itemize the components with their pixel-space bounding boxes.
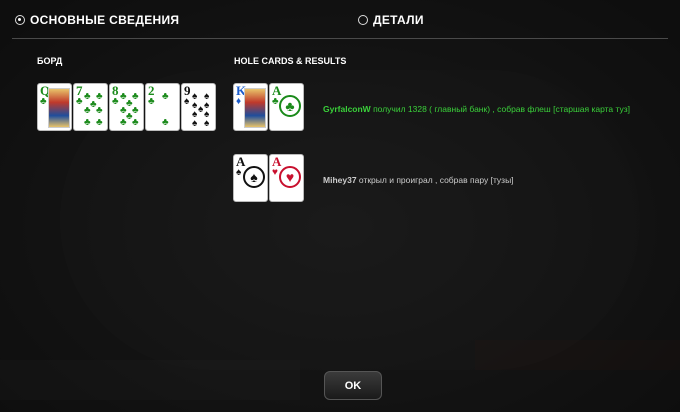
tab-label: ДЕТАЛИ: [373, 13, 424, 27]
ace-emblem-icon: ♠: [243, 166, 265, 188]
club-pips-icon: ♣ ♣ ♣ ♣ ♣ ♣ ♣: [84, 91, 103, 128]
player-result-loser: Mihey37 открыл и проиграл , собрав пару …: [323, 175, 514, 185]
tab-label: ОСНОВНЫЕ СВЕДЕНИЯ: [30, 13, 180, 27]
ace-emblem-icon: ♣: [279, 95, 301, 117]
radio-unselected-icon: [358, 15, 368, 25]
hole-card-ace-hearts: A ♥ ♥: [269, 154, 304, 202]
king-face-icon: [244, 88, 266, 128]
hole-card-king-diamonds: K ♦: [233, 83, 268, 131]
hole-card-ace-clubs: A ♣ ♣: [269, 83, 304, 131]
board-card-nine-spades: 9 ♠ ♠ ♠ ♠ ♠ ♠ ♠ ♠ ♠ ♠: [181, 83, 216, 131]
club-pips-icon: ♣ ♣: [162, 91, 169, 128]
result-text: открыл и проиграл , собрав пару [тузы]: [356, 175, 514, 185]
player-result-winner: GyrfalconW получил 1328 ( главный банк) …: [323, 104, 630, 114]
hole-card-ace-spades: A ♠ ♠: [233, 154, 268, 202]
ace-emblem-icon: ♥: [279, 166, 301, 188]
radio-selected-icon: [15, 15, 25, 25]
diamond-icon: ♦: [236, 96, 242, 107]
board-card-seven-clubs: 7 ♣ ♣ ♣ ♣ ♣ ♣ ♣ ♣: [73, 83, 108, 131]
heart-icon: ♥: [272, 167, 278, 178]
result-text: получил 1328 ( главный банк) , собрав фл…: [370, 104, 631, 114]
board-title: БОРД: [37, 56, 63, 66]
tab-details[interactable]: ДЕТАЛИ: [358, 13, 424, 27]
player-name: GyrfalconW: [323, 104, 371, 114]
board-card-eight-clubs: 8 ♣ ♣ ♣ ♣ ♣ ♣ ♣ ♣ ♣: [109, 83, 144, 131]
spade-pips-icon: ♠ ♠ ♠ ♠ ♠ ♠ ♠ ♠ ♠: [192, 91, 210, 129]
board-card-queen-clubs: Q ♣: [37, 83, 72, 131]
ok-button[interactable]: OK: [324, 371, 382, 400]
player-name: Mihey37: [323, 175, 357, 185]
spade-icon: ♠: [236, 167, 242, 178]
spade-icon: ♠: [184, 96, 190, 107]
tab-divider: [12, 38, 668, 39]
tab-basic-info[interactable]: ОСНОВНЫЕ СВЕДЕНИЯ: [15, 13, 179, 27]
club-pips-icon: ♣ ♣ ♣ ♣ ♣ ♣ ♣ ♣: [120, 91, 139, 128]
board-card-two-clubs: 2 ♣ ♣ ♣: [145, 83, 180, 131]
queen-face-icon: [48, 88, 70, 128]
club-icon: ♣: [40, 96, 47, 107]
results-title: HOLE CARDS & RESULTS: [234, 56, 347, 66]
club-icon: ♣: [272, 96, 279, 107]
tab-bar: ОСНОВНЫЕ СВЕДЕНИЯ ДЕТАЛИ: [0, 0, 680, 40]
